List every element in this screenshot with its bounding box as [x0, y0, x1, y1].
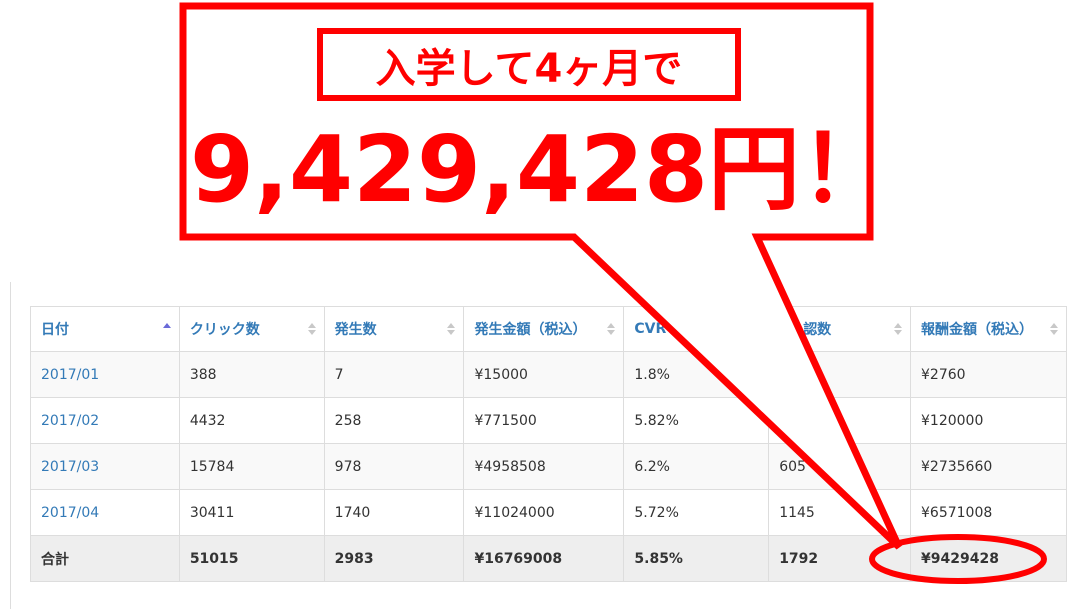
column-header-clicks[interactable]: クリック数	[178, 306, 325, 352]
cell-confirmed	[768, 397, 911, 444]
cell-occurrence-amount: ¥4958508	[463, 443, 625, 490]
cell-occurrences: 1740	[323, 489, 465, 536]
column-header-cvr[interactable]: CVR	[623, 306, 770, 352]
total-clicks: 51015	[178, 535, 325, 582]
cell-occurrences: 978	[323, 443, 465, 490]
column-header-label: 日付	[41, 322, 69, 338]
total-label: 合計	[30, 535, 180, 582]
cell-cvr: 6.2%	[623, 443, 770, 490]
table-header-row: 日付 クリック数 発生数 発生金額（税込） CVR 認数 報酬金額（税込）	[30, 306, 1067, 352]
date-link[interactable]: 2017/03	[41, 459, 99, 475]
total-confirmed: 1792	[768, 535, 911, 582]
cell-date[interactable]: 2017/01	[30, 351, 180, 398]
cell-clicks: 30411	[178, 489, 325, 536]
cell-reward: ¥2760	[910, 351, 1067, 398]
table-row: 2017/02 4432 258 ¥771500 5.82% ¥120000	[30, 397, 1067, 444]
cell-confirmed: 605	[768, 443, 911, 490]
column-header-label: 発生金額（税込）	[474, 322, 587, 338]
total-occurrence-amount: ¥16769008	[463, 535, 625, 582]
column-header-label: 報酬金額（税込）	[921, 322, 1033, 338]
cell-reward: ¥2735660	[910, 443, 1067, 490]
cell-reward: ¥6571008	[910, 489, 1067, 536]
cell-occurrences: 258	[323, 397, 465, 444]
date-link[interactable]: 2017/02	[41, 413, 99, 429]
cell-date[interactable]: 2017/04	[30, 489, 180, 536]
cell-occurrences: 7	[323, 351, 465, 398]
cell-occurrence-amount: ¥15000	[463, 351, 625, 398]
sort-icon	[1050, 323, 1058, 335]
sort-icon	[447, 323, 456, 335]
total-reward: ¥9429428	[910, 535, 1067, 582]
panel-left-border	[10, 282, 11, 609]
cell-confirmed	[768, 351, 911, 398]
cell-cvr: 1.8%	[623, 351, 770, 398]
column-header-label: クリック数	[189, 322, 260, 338]
sort-ascending-icon	[162, 323, 171, 335]
column-header-occurrence-amount[interactable]: 発生金額（税込）	[463, 306, 625, 352]
table-row: 2017/04 30411 1740 ¥11024000 5.72% 1145 …	[30, 489, 1067, 536]
cell-reward: ¥120000	[910, 397, 1067, 444]
sort-icon	[607, 323, 616, 335]
column-header-confirmed[interactable]: 認数	[768, 306, 911, 352]
column-header-label: CVR	[634, 321, 667, 337]
total-occurrences: 2983	[323, 535, 465, 582]
cell-occurrence-amount: ¥771500	[463, 397, 625, 444]
sort-icon	[894, 323, 902, 335]
column-header-occurrences[interactable]: 発生数	[323, 306, 465, 352]
table-row: 2017/03 15784 978 ¥4958508 6.2% 605 ¥273…	[30, 443, 1067, 490]
cell-clicks: 15784	[178, 443, 325, 490]
callout-headline: 入学して4ヶ月で	[375, 45, 683, 92]
cell-clicks: 4432	[178, 397, 325, 444]
total-row: 合計 51015 2983 ¥16769008 5.85% 1792 ¥9429…	[30, 535, 1067, 582]
cell-clicks: 388	[178, 351, 325, 398]
cell-cvr: 5.72%	[623, 489, 770, 536]
column-header-date[interactable]: 日付	[30, 306, 180, 352]
cell-confirmed: 1145	[768, 489, 911, 536]
cell-date[interactable]: 2017/02	[30, 397, 180, 444]
column-header-label: 発生数	[334, 322, 377, 338]
report-table: 日付 クリック数 発生数 発生金額（税込） CVR 認数 報酬金額（税込） 20…	[30, 306, 1067, 582]
cell-cvr: 5.82%	[623, 397, 770, 444]
cell-date[interactable]: 2017/03	[30, 443, 180, 490]
total-cvr: 5.85%	[623, 535, 770, 582]
callout-headline-box: 入学して4ヶ月で	[317, 28, 741, 101]
date-link[interactable]: 2017/01	[41, 367, 99, 383]
sort-icon	[307, 323, 316, 335]
table-row: 2017/01 388 7 ¥15000 1.8% ¥2760	[30, 351, 1067, 398]
cell-occurrence-amount: ¥11024000	[463, 489, 625, 536]
column-header-label: 認数	[803, 322, 832, 338]
date-link[interactable]: 2017/04	[41, 505, 99, 521]
column-header-reward[interactable]: 報酬金額（税込）	[910, 306, 1067, 352]
callout-amount: 9,429,428円！	[190, 116, 892, 223]
